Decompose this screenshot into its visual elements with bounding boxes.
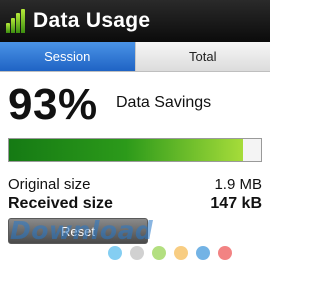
- received-size-value: 147 kB: [210, 195, 262, 212]
- savings-progress-bar: [8, 138, 262, 162]
- tab-total[interactable]: Total: [134, 42, 270, 71]
- savings-percent: 93%: [8, 80, 98, 129]
- watermark-dot: [130, 246, 144, 260]
- watermark-dot: [196, 246, 210, 260]
- original-size-label: Original size: [8, 176, 91, 193]
- savings-block: 93%: [8, 80, 98, 130]
- watermark-dot: [174, 246, 188, 260]
- original-size-row: Original size 1.9 MB: [8, 176, 262, 193]
- watermark-dots: [108, 246, 240, 260]
- savings-progress-fill: [9, 139, 244, 161]
- received-size-label: Received size: [8, 195, 113, 212]
- watermark-dot: [218, 246, 232, 260]
- tab-session[interactable]: Session: [0, 42, 135, 71]
- received-size-row: Received size 147 kB: [8, 195, 262, 213]
- savings-label: Data Savings: [116, 94, 212, 111]
- watermark-dot: [152, 246, 166, 260]
- data-usage-screen: Data Usage Session Total 93% Data Saving…: [0, 0, 270, 300]
- watermark-dot: [108, 246, 122, 260]
- tab-bar: Session Total: [0, 42, 270, 72]
- data-usage-logo-icon: [6, 9, 28, 33]
- reset-button[interactable]: Reset: [8, 218, 148, 244]
- title-bar: Data Usage: [0, 0, 270, 42]
- original-size-value: 1.9 MB: [214, 176, 262, 193]
- app-title: Data Usage: [33, 9, 151, 32]
